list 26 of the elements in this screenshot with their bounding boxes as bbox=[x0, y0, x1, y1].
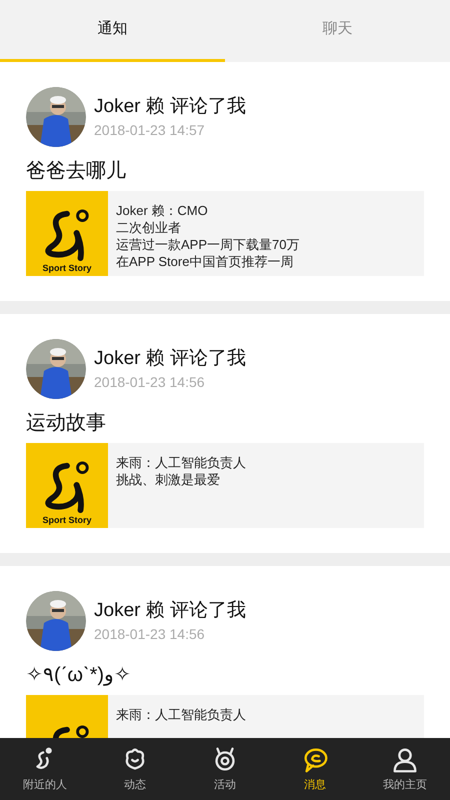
nav-tab[interactable]: 动态 bbox=[90, 738, 180, 800]
preview-line: 在APP Store中国首页推荐一周 bbox=[116, 253, 294, 270]
article-preview[interactable]: 来雨：人工智能负责人 bbox=[26, 695, 424, 738]
preview-line: 运营过一款APP一周下载量70万 bbox=[116, 236, 300, 253]
nav-tab[interactable]: 我的主页 bbox=[360, 738, 450, 800]
logo-text: Sport Story bbox=[42, 514, 92, 526]
nav-tab[interactable]: 附近的人 bbox=[0, 738, 90, 800]
preview-line: 挑战、刺激是最爱 bbox=[116, 471, 221, 488]
comment-text: 爸爸去哪儿 bbox=[26, 159, 127, 184]
preview-line: Joker 赖：CMO bbox=[116, 202, 209, 219]
author-text: Joker 赖 评论了我 bbox=[94, 599, 246, 623]
article-preview[interactable]: Sport Story 来雨：人工智能负责人 挑战、刺激是最爱 bbox=[26, 443, 424, 528]
comment-text: ✧٩(ˊωˋ*)و✧ bbox=[26, 663, 132, 688]
author-text: Joker 赖 评论了我 bbox=[94, 347, 246, 371]
article-preview[interactable]: Sport Story Joker 赖：CMO 二次创业者 运营过一款APP一周下载量70万 在APP Store中国首页推荐一周 bbox=[26, 191, 424, 276]
preview-line: 来雨：人工智能负责人 bbox=[116, 706, 246, 723]
preview-line: 来雨：人工智能负责人 bbox=[116, 454, 246, 471]
nav-tab[interactable]: 活动 bbox=[180, 738, 270, 800]
timestamp: 2018-01-23 14:56 bbox=[94, 625, 206, 644]
timestamp: 2018-01-23 14:57 bbox=[94, 121, 206, 140]
nav-tab[interactable]: 消息 bbox=[270, 738, 360, 800]
author-text: Joker 赖 评论了我 bbox=[94, 95, 246, 119]
preview-line: 二次创业者 bbox=[116, 219, 182, 236]
comment-text: 运动故事 bbox=[26, 411, 107, 436]
timestamp: 2018-01-23 14:56 bbox=[94, 373, 206, 392]
logo-text: Sport Story bbox=[42, 262, 92, 274]
